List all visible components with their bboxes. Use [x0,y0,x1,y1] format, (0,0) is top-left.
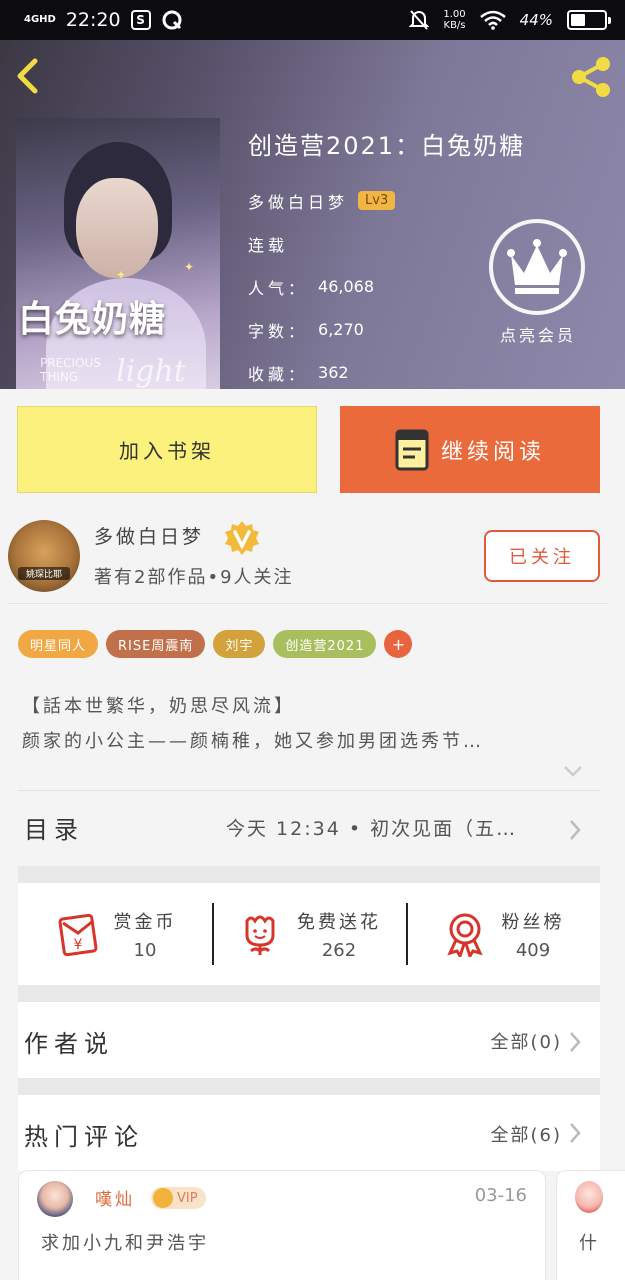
word-count-value: 6,270 [318,320,364,339]
level-badge: Lv3 [358,191,396,210]
verified-badge-icon [225,521,259,555]
tag-list: 明星同人 RISE周震南 刘宇 创造营2021 + [18,630,413,658]
section-gap [18,985,600,1002]
app-notification-icon: S [130,10,151,30]
catalog-label: 目录 [24,816,84,844]
cover-script: light [116,354,186,389]
reward-flowers[interactable]: 免费送花 262 [212,903,406,965]
continue-reading-button[interactable]: 继续阅读 [340,406,600,493]
reward-label: 免费送花 [297,911,381,933]
book-title: 创造营2021：白兔奶糖 [248,132,526,160]
reward-value: 10 [133,939,157,961]
vip-label[interactable]: 点亮会员 [478,322,598,346]
battery-icon [567,10,611,30]
continue-reading-label: 继续阅读 [440,439,545,465]
flower-icon [245,915,275,955]
author-meta: 著有2部作品•9人关注 [94,567,294,588]
book-status: 连载 [248,235,289,255]
latest-chapter: 今天 12:34 • 初次见面（五… [226,818,518,840]
section-gap [18,866,600,883]
add-tag-button[interactable]: + [384,630,413,658]
chevron-right-icon [570,1032,581,1052]
reward-label: 赏金币 [113,911,177,933]
reward-coins[interactable]: ¥ 赏金币 10 [18,903,212,965]
comment-date: 03-16 [474,1185,527,1206]
tag-chip[interactable]: 刘宇 [213,630,266,658]
vip-crown-button[interactable] [489,219,585,315]
commenter-avatar[interactable] [37,1181,73,1217]
hot-comments-more: 全部(6) [490,1125,562,1146]
author-name[interactable]: 多做白日梦 [94,522,204,549]
hot-comments-label: 热门评论 [24,1123,144,1151]
commenter-avatar[interactable] [575,1181,603,1213]
catalog-row[interactable]: 目录 今天 12:34 • 初次见面（五… [18,792,600,866]
section-gap [18,1078,600,1095]
expand-chevron-icon[interactable] [562,762,584,780]
book-author[interactable]: 多做白日梦 [248,189,348,213]
author-says-label: 作者说 [24,1030,114,1058]
chevron-right-icon [570,1123,581,1143]
network-speed: 1.00 KB/s [443,9,466,31]
network-indicator: 4GHD [24,14,56,25]
intro-line-1: 【話本世繁华，奶思尽风流】 [22,696,295,717]
red-envelope-icon: ¥ [58,913,97,957]
award-ribbon-icon [446,913,483,957]
add-to-shelf-button[interactable]: 加入书架 [17,406,317,493]
book-info: 创造营2021：白兔奶糖 多做白日梦 Lv3 连载 人气： 46,068 字数： 6… [248,126,525,389]
book-icon [395,429,429,470]
hot-comments-row[interactable]: 热门评论 全部(6) [18,1095,600,1171]
clock: 22:20 [65,9,121,31]
popularity-value: 46,068 [318,277,374,296]
stat-label: 人气： [248,278,309,298]
stat-label: 字数： [248,321,309,341]
wifi-icon [479,10,506,30]
tag-chip[interactable]: RISE周震南 [106,630,206,658]
follow-button[interactable]: 已关注 [484,530,600,582]
favorites-value: 362 [318,363,349,382]
reward-label: 粉丝榜 [501,911,565,933]
book-cover[interactable]: ✦ ✦ 白兔奶糖 PRECIOUS THING light [16,118,220,389]
reward-stats: ¥ 赏金币 10 免费送花 262 粉丝榜 409 [18,883,600,985]
commenter-name[interactable]: 嘆灿 [95,1185,135,1210]
stat-label: 收藏： [248,364,309,384]
chevron-right-icon [570,820,581,840]
svg-text:¥: ¥ [73,937,82,953]
mute-bell-icon [409,10,430,30]
tag-chip[interactable]: 创造营2021 [273,630,377,658]
share-icon[interactable] [568,54,614,100]
comment-card[interactable]: 嘆灿 VIP 03-16 求加小九和尹浩宇 [18,1170,546,1280]
divider [8,603,608,604]
vip-badge: VIP [151,1187,206,1209]
back-arrow-icon[interactable] [10,56,44,96]
author-says-more: 全部(0) [490,1032,562,1053]
crown-icon [507,239,567,294]
tag-chip[interactable]: 明星同人 [18,630,99,658]
reward-fans[interactable]: 粉丝榜 409 [406,903,600,965]
divider [18,790,600,791]
status-bar: 4GHD 22:20 S 1.00 KB/s 44% [0,0,625,40]
comment-text: 求加小九和尹浩宇 [41,1233,209,1254]
intro-line-2: 颜家的小公主——颜楠稚，她又参加男团选秀节… [22,731,484,752]
author-avatar[interactable]: 姚琛比耶 [8,520,80,592]
comment-card[interactable]: 什 [556,1170,625,1280]
reward-value: 262 [321,939,357,961]
book-header: 4GHD 22:20 S 1.00 KB/s 44% ✦ ✦ 白兔奶糖 PRECI… [0,0,625,389]
comment-text: 什 [579,1233,597,1254]
author-says-row[interactable]: 作者说 全部(0) [18,1002,600,1078]
cover-title: 白兔奶糖 [18,298,167,340]
q-app-icon [162,10,182,30]
reward-value: 409 [515,939,551,961]
battery-percent: 44% [519,11,553,29]
